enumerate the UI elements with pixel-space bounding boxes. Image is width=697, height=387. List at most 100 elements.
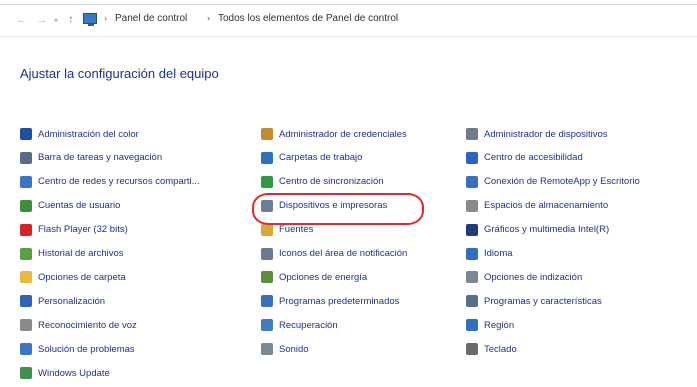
control-panel-item-label: Centro de redes y recursos comparti... [38, 176, 200, 188]
intel-graphics-icon [466, 223, 478, 236]
control-panel-item-label: Flash Player (32 bits) [38, 224, 128, 236]
control-panel-item-label: Opciones de carpeta [38, 271, 126, 283]
control-panel-item-label: Administración del color [38, 128, 139, 140]
work-folders-icon [261, 151, 273, 164]
troubleshooting-icon [20, 343, 32, 356]
file-history-icon [20, 247, 32, 260]
power-options-icon [261, 271, 273, 284]
control-panel-item-label: Recuperación [279, 319, 338, 331]
control-panel-item-label: Carpetas de trabajo [279, 152, 363, 164]
control-panel-item[interactable]: Windows Update [20, 365, 110, 381]
control-panel-item[interactable]: Reconocimiento de voz [20, 317, 137, 333]
personalization-icon [20, 295, 32, 308]
user-accounts-icon [20, 199, 32, 212]
windows-update-icon [20, 367, 32, 379]
control-panel-item-label: Teclado [484, 343, 517, 355]
control-panel-item[interactable]: Programas predeterminados [261, 293, 399, 309]
control-panel-item-label: Idioma [484, 248, 513, 259]
control-panel-item[interactable]: Gráficos y multimedia Intel(R) [466, 222, 609, 238]
region-icon [466, 319, 478, 332]
control-panel-item-label: Gráficos y multimedia Intel(R) [484, 224, 610, 236]
accessibility-icon [466, 151, 478, 164]
control-panel-item-label: Fuentes [279, 224, 314, 236]
fonts-icon [261, 223, 273, 236]
control-panel-item[interactable]: Idioma [466, 246, 513, 262]
storage-spaces-icon [466, 199, 478, 212]
flash-player-icon [20, 223, 32, 236]
control-panel-item[interactable]: Personalización [20, 293, 105, 309]
up-arrow-icon[interactable]: ↑ [68, 12, 74, 26]
language-icon [466, 247, 478, 260]
control-panel-icon [83, 13, 97, 26]
control-panel-item[interactable]: Recuperación [261, 317, 338, 333]
control-panel-item-label: Historial de archivos [38, 248, 124, 259]
taskbar-icon [20, 151, 32, 164]
speech-recognition-icon [20, 319, 32, 332]
control-panel-item[interactable]: Espacios de almacenamiento [466, 198, 608, 214]
control-panel-item-label: Windows Update [38, 367, 110, 379]
control-panel-item[interactable]: Centro de sincronización [261, 174, 384, 190]
highlight-annotation [252, 193, 424, 225]
sync-center-icon [261, 175, 273, 188]
control-panel-item-label: Espacios de almacenamiento [484, 200, 609, 212]
control-panel-item[interactable]: Historial de archivos [20, 246, 124, 262]
control-panel-item[interactable]: Administración del color [20, 126, 139, 142]
recovery-icon [261, 319, 273, 332]
control-panel-item-label: Opciones de energía [279, 271, 368, 283]
forward-arrow-icon[interactable]: → [36, 14, 47, 26]
page-title: Ajustar la configuración del equipo [20, 66, 219, 81]
top-divider [0, 4, 697, 5]
control-panel-item[interactable]: Cuentas de usuario [20, 198, 120, 214]
breadcrumb-all-items[interactable]: Todos los elementos de Panel de control [218, 13, 398, 24]
control-panel-item-label: Conexión de RemoteApp y Escritorio [484, 176, 640, 188]
control-panel-item-label: Reconocimiento de voz [38, 319, 137, 331]
control-panel-item-label: Solución de problemas [38, 343, 135, 355]
remoteapp-icon [466, 175, 478, 188]
control-panel-item-label: Iconos del área de notificación [279, 248, 408, 259]
control-panel-item[interactable]: Administrador de credenciales [261, 126, 407, 142]
control-panel-item-label: Barra de tareas y navegación [38, 152, 163, 164]
control-panel-item[interactable]: Solución de problemas [20, 341, 135, 357]
control-panel-item[interactable]: Barra de tareas y navegación [20, 150, 162, 166]
notification-area-icon [261, 247, 273, 260]
control-panel-item[interactable]: Flash Player (32 bits) [20, 222, 128, 238]
color-management-icon [20, 128, 32, 140]
control-panel-item-label: Centro de sincronización [279, 176, 384, 188]
breadcrumb-control-panel[interactable]: Panel de control [115, 13, 187, 24]
default-programs-icon [261, 295, 273, 308]
address-bar: ← → ▾ ↑ › Panel de control › Todos los e… [0, 0, 697, 40]
control-panel-item-label: Administrador de credenciales [279, 128, 407, 140]
control-panel-item-label: Cuentas de usuario [38, 200, 121, 212]
control-panel-item[interactable]: Opciones de carpeta [20, 269, 126, 285]
recent-locations-chevron-icon[interactable]: ▾ [54, 16, 58, 25]
control-panel-item-label: Región [484, 319, 515, 331]
breadcrumb-separator-icon[interactable]: › [104, 13, 107, 23]
indexing-options-icon [466, 271, 478, 284]
control-panel-item-label: Centro de accesibilidad [484, 152, 583, 164]
sound-icon [261, 343, 273, 356]
network-icon [20, 175, 32, 188]
control-panel-item[interactable]: Iconos del área de notificación [261, 246, 407, 262]
control-panel-item[interactable]: Programas y características [466, 293, 602, 309]
device-manager-icon [466, 128, 478, 140]
keyboard-icon [466, 343, 478, 356]
control-panel-item[interactable]: Sonido [261, 341, 309, 357]
control-panel-item[interactable]: Teclado [466, 341, 517, 357]
control-panel-item[interactable]: Opciones de energía [261, 269, 367, 285]
control-panel-item-label: Programas y características [484, 295, 602, 307]
control-panel-item-label: Personalización [38, 295, 106, 307]
control-panel-item[interactable]: Conexión de RemoteApp y Escritorio [466, 174, 640, 190]
control-panel-item[interactable]: Centro de redes y recursos comparti... [20, 174, 200, 190]
control-panel-item-label: Opciones de indización [484, 271, 583, 283]
credential-manager-icon [261, 128, 273, 140]
control-panel-item[interactable]: Opciones de indización [466, 269, 582, 285]
breadcrumb-separator-icon[interactable]: › [207, 13, 210, 23]
control-panel-item[interactable]: Centro de accesibilidad [466, 150, 583, 166]
programs-features-icon [466, 295, 478, 308]
control-panel-item-label: Sonido [279, 343, 309, 355]
control-panel-item[interactable]: Administrador de dispositivos [466, 126, 608, 142]
back-arrow-icon[interactable]: ← [16, 14, 27, 26]
control-panel-item[interactable]: Carpetas de trabajo [261, 150, 362, 166]
folder-options-icon [20, 271, 32, 284]
control-panel-item[interactable]: Región [466, 317, 514, 333]
